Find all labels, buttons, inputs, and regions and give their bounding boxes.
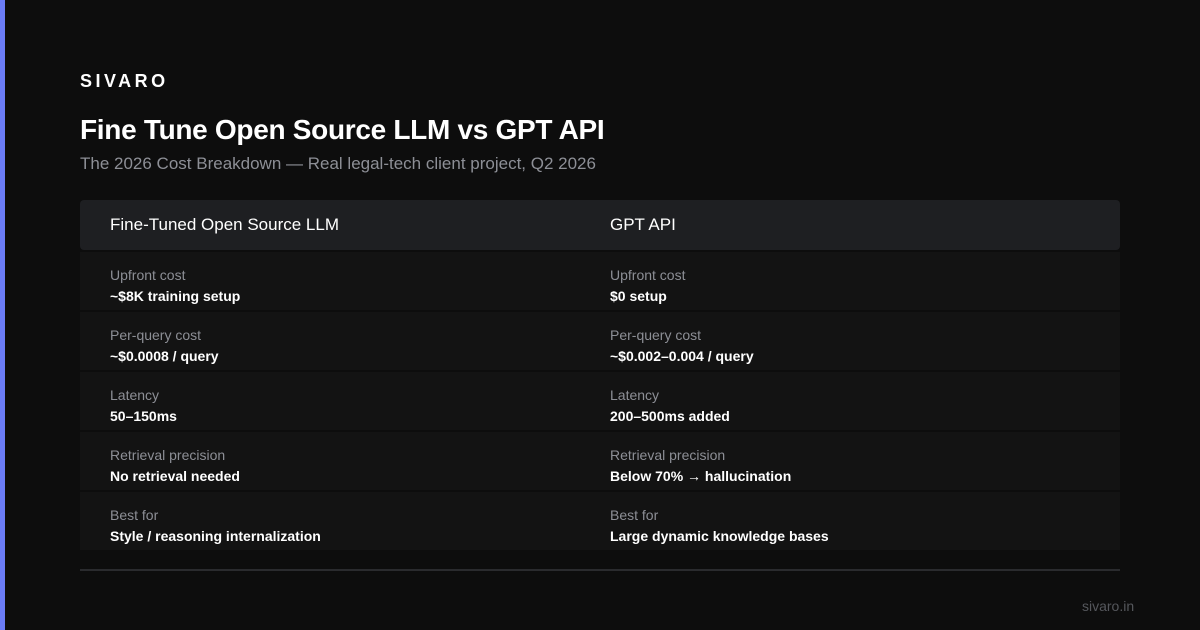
row-value: No retrieval needed bbox=[110, 468, 240, 484]
row-label: Upfront cost bbox=[110, 267, 186, 283]
row-value: ~$0.0008 / query bbox=[110, 348, 219, 364]
table-row: Upfront cost ~$8K training setup bbox=[80, 252, 580, 310]
row-value: Below 70% → hallucination bbox=[610, 468, 792, 484]
row-value: ~$8K training setup bbox=[110, 288, 241, 304]
table-row: Per-query cost ~$0.002–0.004 / query bbox=[580, 312, 1120, 370]
row-value: Large dynamic knowledge bases bbox=[610, 528, 829, 544]
footer-divider bbox=[80, 569, 1120, 571]
column-fine-tuned: Fine-Tuned Open Source LLM Upfront cost … bbox=[80, 200, 580, 550]
row-label: Best for bbox=[610, 507, 659, 523]
row-value: ~$0.002–0.004 / query bbox=[610, 348, 754, 364]
table-row: Retrieval precision No retrieval needed bbox=[80, 432, 580, 490]
table-row: Per-query cost ~$0.0008 / query bbox=[80, 312, 580, 370]
row-value: 200–500ms added bbox=[610, 408, 730, 424]
footer-link[interactable]: sivaro.in bbox=[1082, 598, 1134, 614]
row-value: Style / reasoning internalization bbox=[110, 528, 321, 544]
table-row: Best for Large dynamic knowledge bases bbox=[580, 492, 1120, 550]
table-row: Latency 200–500ms added bbox=[580, 372, 1120, 430]
column-header: GPT API bbox=[580, 200, 1120, 250]
row-label: Retrieval precision bbox=[610, 447, 726, 463]
row-label: Per-query cost bbox=[610, 327, 702, 343]
row-label: Retrieval precision bbox=[110, 447, 226, 463]
page-subtitle: The 2026 Cost Breakdown — Real legal-tec… bbox=[80, 154, 596, 173]
column-gpt-api: GPT API Upfront cost $0 setup Per-query … bbox=[580, 200, 1120, 550]
table-row: Upfront cost $0 setup bbox=[580, 252, 1120, 310]
table-row: Latency 50–150ms bbox=[80, 372, 580, 430]
row-label: Latency bbox=[110, 387, 160, 403]
row-label: Upfront cost bbox=[610, 267, 686, 283]
column-header: Fine-Tuned Open Source LLM bbox=[80, 200, 580, 250]
brand-logo: SIVARO bbox=[80, 71, 169, 91]
table-row: Retrieval precision Below 70% → hallucin… bbox=[580, 432, 1120, 490]
table-row: Best for Style / reasoning internalizati… bbox=[80, 492, 580, 550]
accent-bar bbox=[0, 0, 5, 630]
row-label: Latency bbox=[610, 387, 660, 403]
row-value: 50–150ms bbox=[110, 408, 177, 424]
comparison-table: Fine-Tuned Open Source LLM Upfront cost … bbox=[80, 200, 1120, 550]
row-value: $0 setup bbox=[610, 288, 667, 304]
row-label: Best for bbox=[110, 507, 159, 523]
page-title: Fine Tune Open Source LLM vs GPT API bbox=[80, 114, 605, 145]
row-label: Per-query cost bbox=[110, 327, 202, 343]
